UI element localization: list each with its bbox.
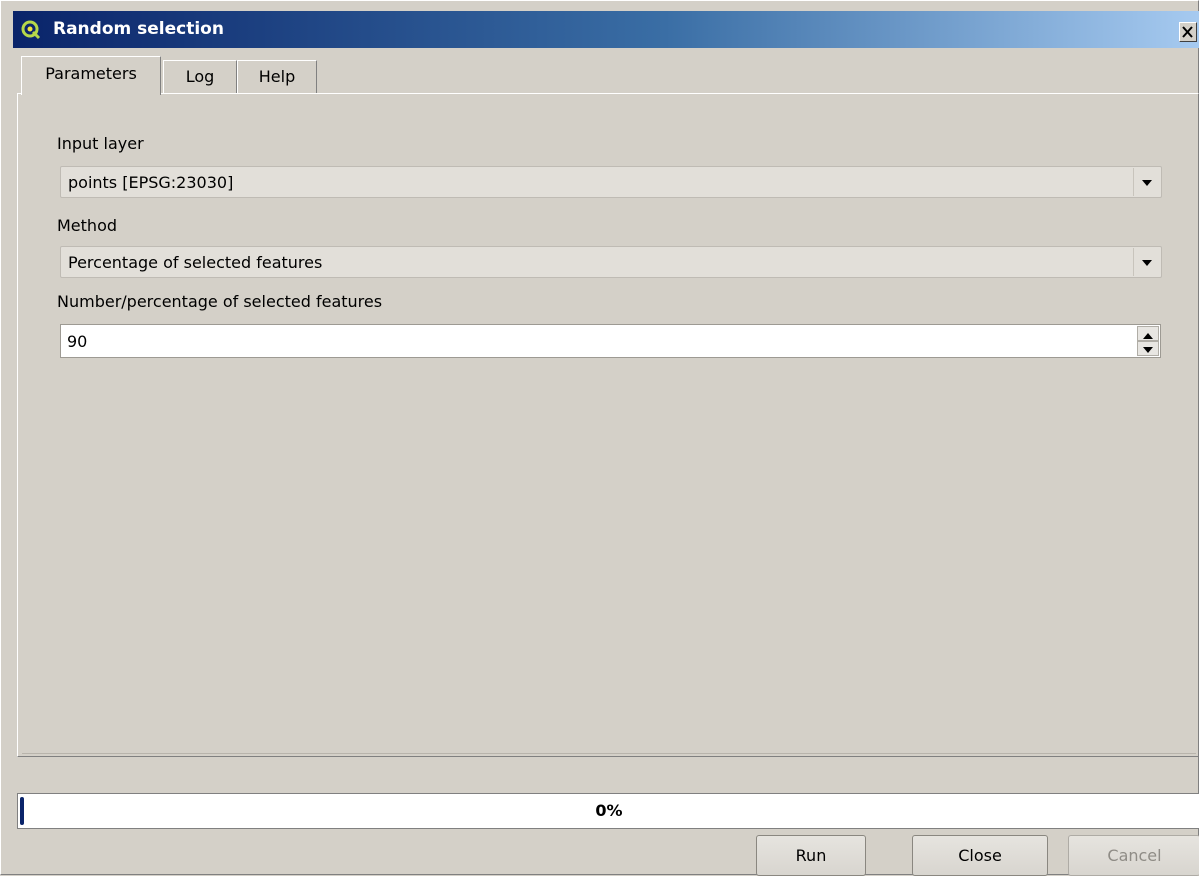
spin-buttons [1137,326,1159,356]
number-label: Number/percentage of selected features [57,292,383,311]
number-spinbox[interactable]: 90 [60,324,1161,358]
chevron-down-icon[interactable] [1133,168,1160,196]
close-window-button[interactable] [1179,22,1197,42]
tab-log[interactable]: Log [163,60,237,94]
input-layer-value: points [EPSG:23030] [68,173,234,192]
progress-text: 0% [595,801,623,820]
tab-help[interactable]: Help [237,60,317,94]
qgis-logo-icon [21,20,41,40]
input-layer-dropdown[interactable]: points [EPSG:23030] [60,166,1162,198]
title-bar[interactable]: Random selection [13,11,1199,48]
parameters-content: Input layer points [EPSG:23030] Method P… [22,96,1196,754]
spin-up-icon[interactable] [1137,326,1159,341]
chevron-down-icon[interactable] [1133,248,1160,276]
input-layer-label: Input layer [57,134,144,153]
spin-down-icon[interactable] [1137,341,1159,356]
method-dropdown[interactable]: Percentage of selected features [60,246,1162,278]
window-title: Random selection [53,19,224,39]
close-icon [1182,26,1193,38]
method-value: Percentage of selected features [68,253,323,272]
run-button[interactable]: Run [756,835,866,876]
random-selection-dialog: Random selection Parameters Log Help Inp… [0,0,1199,876]
method-label: Method [57,216,118,235]
progress-bar: 0% [17,793,1199,829]
cancel-button[interactable]: Cancel [1068,835,1199,876]
tab-parameters[interactable]: Parameters [21,56,161,95]
number-value: 90 [67,332,88,351]
close-button[interactable]: Close [912,835,1048,876]
parameters-panel: Input layer points [EPSG:23030] Method P… [17,93,1199,757]
